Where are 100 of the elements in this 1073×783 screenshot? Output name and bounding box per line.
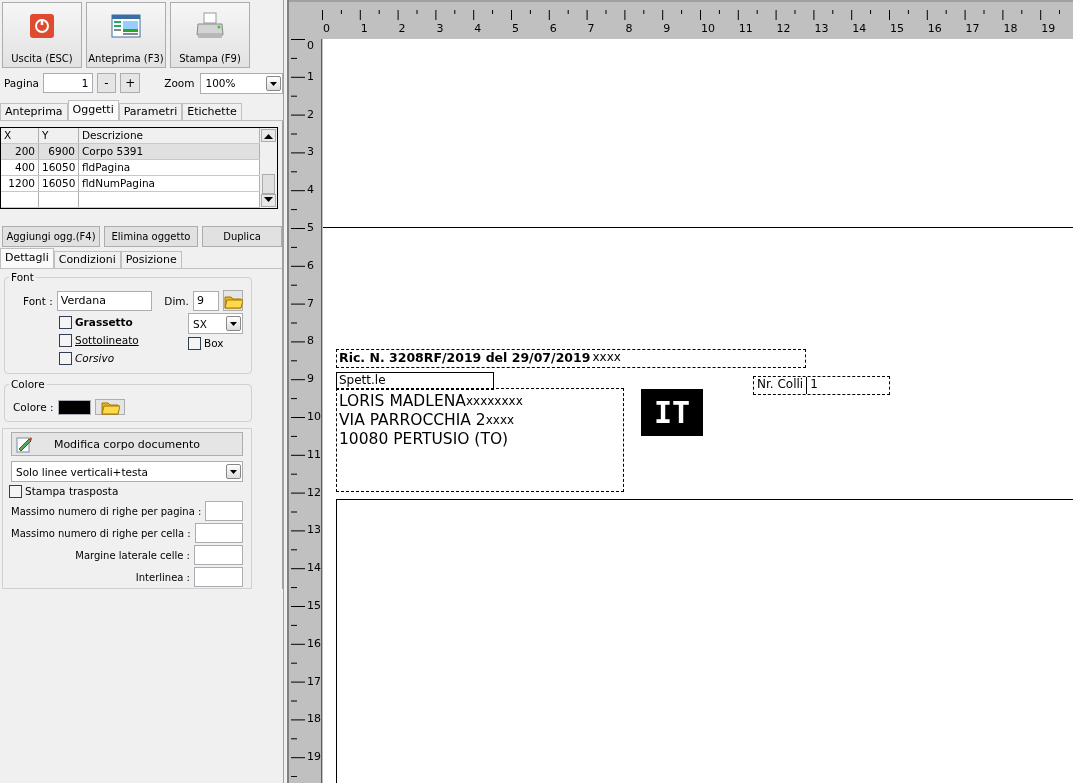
ruler-label: 2: [398, 22, 406, 35]
tab[interactable]: Anteprima: [0, 103, 68, 120]
ruler-label: 16: [307, 636, 321, 650]
folder-icon: [99, 399, 120, 415]
group-title: Font: [9, 271, 36, 283]
tab[interactable]: Dettagli: [0, 248, 54, 268]
font-picker-button[interactable]: [223, 290, 243, 311]
ruler-label: 9: [663, 22, 671, 35]
checkbox[interactable]: [59, 315, 72, 329]
down-arrow-icon: [264, 197, 274, 204]
checkbox-label: Sottolineato: [75, 334, 139, 346]
table-row[interactable]: 400 16050 fldPagina: [1, 160, 261, 176]
number-field[interactable]: [194, 523, 243, 543]
checkbox-label: Grassetto: [75, 316, 133, 328]
ruler-label: 3: [307, 145, 314, 159]
number-field[interactable]: [194, 567, 243, 587]
ruler-label: 10: [307, 410, 321, 423]
ruler-label: 16: [927, 22, 942, 35]
table-row[interactable]: 200 6900 Corpo 5391: [1, 144, 261, 160]
number-field[interactable]: [205, 501, 243, 521]
parcels-value: 1: [806, 377, 821, 394]
tab[interactable]: Posizione: [120, 251, 182, 268]
ruler-label: 12: [307, 485, 321, 499]
ruler-label: 11: [738, 22, 753, 35]
checkbox[interactable]: [9, 484, 22, 498]
up-arrow-icon: [264, 132, 274, 139]
ruler-label: 6: [307, 258, 314, 272]
minus-button[interactable]: -: [96, 73, 117, 93]
address-line: LORIS MADLENA: [339, 392, 466, 411]
size-field[interactable]: 9: [192, 290, 219, 311]
tab[interactable]: Etichette: [182, 103, 242, 120]
scrollbar-thumb[interactable]: [262, 174, 276, 194]
address-line: 10080 PERTUSIO (TO): [339, 430, 509, 449]
font-field[interactable]: Verdana: [56, 290, 153, 311]
table-row[interactable]: 1200 16050 fldNumPagina: [1, 176, 261, 192]
address-line: VIA PARROCCHIA 2: [339, 411, 486, 430]
checkbox-label: Box: [204, 337, 224, 349]
field-label: Massimo numero di righe per cella :: [11, 527, 191, 539]
ruler-label: 7: [587, 22, 595, 35]
checkbox-label: Corsivo: [75, 352, 115, 364]
ruler-label: 7: [307, 296, 314, 310]
header-field[interactable]: Ric. N. 3208RF/2019 del 29/07/2019 xxxx: [336, 349, 806, 368]
alignment-dropdown[interactable]: SX: [188, 313, 243, 334]
size-label: Dim.: [164, 294, 189, 307]
checkbox[interactable]: [59, 333, 72, 347]
color-picker-button[interactable]: [94, 399, 125, 415]
country-label: IT: [641, 389, 703, 436]
ruler-label: 18: [307, 712, 321, 726]
tab[interactable]: Condizioni: [53, 251, 121, 268]
ruler-label: 1: [360, 22, 368, 35]
toolbar-button[interactable]: Stampa (F9): [170, 2, 250, 68]
field-label: Interlinea :: [135, 571, 190, 583]
edit-body-button[interactable]: Modifica corpo documento: [11, 432, 243, 456]
toolbar-button[interactable]: Anteprima (F3): [86, 2, 166, 68]
ruler-label: 13: [307, 523, 321, 537]
checkbox-label: Stampa trasposta: [25, 485, 119, 497]
ruler-label: 5: [307, 221, 314, 234]
parcels-field[interactable]: Nr. Colli 1: [753, 376, 890, 395]
address-field[interactable]: LORIS MADLENAxxxxxxxx VIA PARROCCHIA 2xxxx 10080 PERTUSIO (TO): [336, 388, 624, 492]
action-button[interactable]: Aggiungi ogg.(F4): [2, 226, 100, 247]
action-button[interactable]: Duplica: [202, 226, 282, 247]
ruler-label: 15: [890, 22, 904, 35]
field-label: Massimo numero di righe per pagina :: [11, 505, 202, 517]
ruler-label: 4: [307, 183, 314, 197]
plus-button[interactable]: +: [120, 73, 141, 93]
edit-icon: [16, 436, 32, 453]
page-field[interactable]: 1: [42, 73, 93, 93]
ruler-label: 0: [323, 22, 330, 35]
scrollbar[interactable]: [260, 128, 277, 208]
ruler-label: 2: [307, 107, 314, 121]
placeholder-text: xxxxxxxx: [465, 393, 523, 410]
ruler-label: 17: [965, 22, 980, 35]
zoom-label: Zoom: [164, 77, 195, 89]
toolbar-button[interactable]: Uscita (ESC): [2, 2, 82, 68]
tab[interactable]: Oggetti: [67, 100, 119, 120]
placeholder-text: xxxx: [592, 350, 621, 364]
font-label: Font :: [23, 294, 53, 307]
action-button[interactable]: Elimina oggetto: [104, 226, 198, 247]
checkbox[interactable]: [188, 336, 201, 350]
printer-icon: [195, 11, 225, 41]
ruler-label: 9: [307, 372, 314, 386]
ruler-label: 14: [307, 561, 321, 575]
ruler-label: 13: [814, 22, 829, 35]
ruler-label: 8: [625, 22, 633, 35]
label-text: Spett.le: [338, 373, 387, 387]
color-swatch[interactable]: [57, 399, 91, 415]
parcels-label: Nr. Colli: [756, 377, 805, 393]
power-icon: [27, 11, 57, 41]
tab[interactable]: Parametri: [118, 103, 183, 120]
field-label: Margine laterale celle :: [75, 549, 190, 561]
lines-mode-dropdown[interactable]: Solo linee verticali+testa: [11, 461, 243, 482]
ruler-label: 0: [307, 39, 314, 52]
number-field[interactable]: [194, 545, 243, 565]
checkbox[interactable]: [59, 351, 72, 365]
ruler-label: 19: [307, 750, 321, 764]
ruler-label: 14: [852, 22, 867, 35]
column-header: Y: [39, 128, 79, 143]
zoom-dropdown[interactable]: 100%: [200, 72, 283, 94]
label-field[interactable]: Spett.le: [336, 372, 494, 390]
ruler-label: 1: [307, 69, 314, 83]
